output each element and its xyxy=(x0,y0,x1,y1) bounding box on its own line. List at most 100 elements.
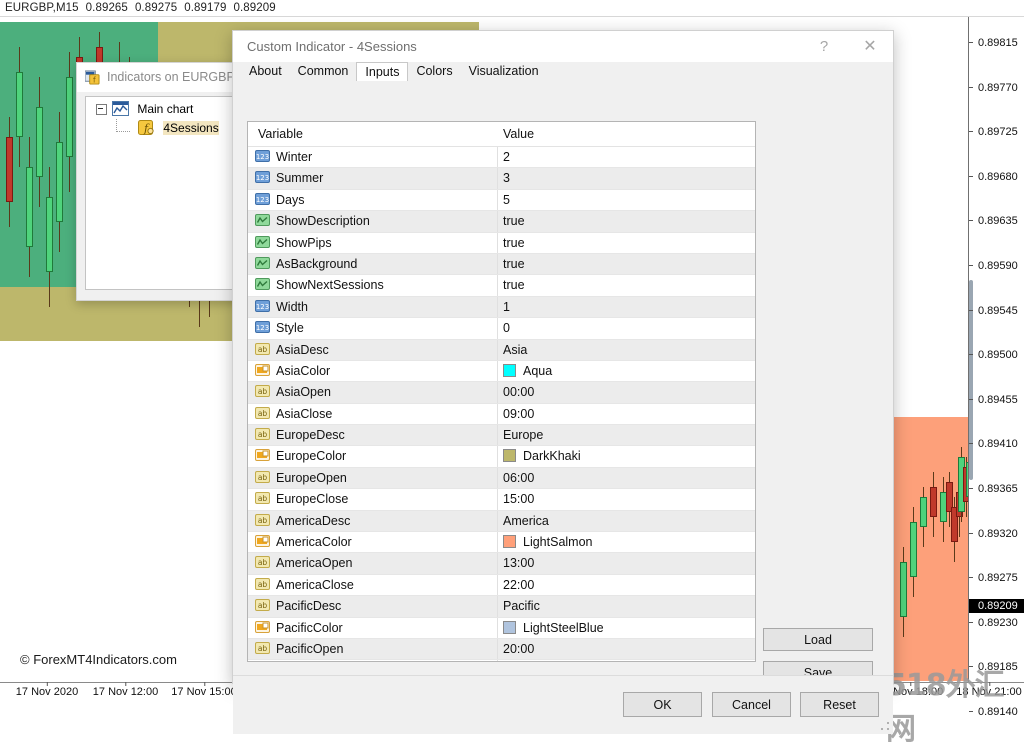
price-axis[interactable]: 0.898150.897700.897250.896800.896350.895… xyxy=(968,17,1024,682)
color-swatch xyxy=(503,535,516,548)
inputs-row-value[interactable]: 06:00 xyxy=(503,471,534,485)
inputs-row-value[interactable]: 22:00 xyxy=(503,578,534,592)
inputs-row-value[interactable]: 2 xyxy=(503,150,510,164)
inputs-row-variable-label: AmericaOpen xyxy=(276,556,352,570)
inputs-row[interactable]: abAsiaClose09:00 xyxy=(248,404,755,425)
inputs-row[interactable]: 123Style0 xyxy=(248,318,755,339)
inputs-row[interactable]: abAmericaOpen13:00 xyxy=(248,553,755,574)
inputs-row[interactable]: abAmericaClose 22:00 xyxy=(248,575,755,596)
inputs-row-value[interactable]: true xyxy=(503,214,525,228)
inputs-row-value[interactable]: 0 xyxy=(503,321,510,335)
column-separator xyxy=(497,233,498,253)
inputs-row[interactable]: abEuropeOpen06:00 xyxy=(248,468,755,489)
tab-about[interactable]: About xyxy=(241,62,290,81)
inputs-row[interactable]: ShowNextSessions true xyxy=(248,275,755,296)
inputs-row-value[interactable]: 5 xyxy=(503,193,510,207)
inputs-row-value[interactable]: 20:00 xyxy=(503,642,534,656)
inputs-panel: Variable Value 123Winter2123Summer3123Da… xyxy=(233,81,893,683)
color-icon xyxy=(255,535,270,548)
inputs-row[interactable]: 123Width1 xyxy=(248,297,755,318)
inputs-row-value[interactable]: Pacific xyxy=(503,599,540,613)
inputs-row-value[interactable]: 00:00 xyxy=(503,385,534,399)
inputs-row-variable: EuropeColor xyxy=(255,449,346,463)
inputs-row-variable: abPacificDesc xyxy=(255,599,341,613)
svg-text:123: 123 xyxy=(256,303,269,311)
inputs-row-value[interactable]: true xyxy=(503,257,525,271)
help-icon[interactable]: ? xyxy=(801,31,847,62)
inputs-row-value-label: 5 xyxy=(503,193,510,207)
price-tick: 0.89365 xyxy=(969,482,1024,496)
tab-common[interactable]: Common xyxy=(290,62,357,81)
inputs-row-value[interactable]: Aqua xyxy=(503,364,552,378)
inputs-row-value[interactable]: true xyxy=(503,236,525,250)
inputs-row[interactable]: abEuropeClose15:00 xyxy=(248,489,755,510)
site-watermark: 518外汇网 xyxy=(886,660,1024,748)
svg-text:123: 123 xyxy=(256,153,269,161)
inputs-row[interactable]: abPacificOpen20:00 xyxy=(248,639,755,660)
inputs-row-value[interactable]: 15:00 xyxy=(503,492,534,506)
inputs-row-variable-label: ShowNextSessions xyxy=(276,278,384,292)
inputs-row-value[interactable]: Europe xyxy=(503,428,543,442)
inputs-row[interactable]: abEuropeDesc Europe xyxy=(248,425,755,446)
inputs-row[interactable]: abPacificClose04:00 xyxy=(248,660,755,662)
column-separator xyxy=(497,297,498,317)
tree-expander-icon[interactable] xyxy=(96,104,107,115)
inputs-row[interactable]: EuropeColor DarkKhaki xyxy=(248,446,755,467)
inputs-row[interactable]: abPacificDesc Pacific xyxy=(248,596,755,617)
inputs-row-value[interactable]: 3 xyxy=(503,171,510,185)
tab-colors[interactable]: Colors xyxy=(408,62,460,81)
tab-visualization[interactable]: Visualization xyxy=(461,62,547,81)
inputs-row[interactable]: ShowPipstrue xyxy=(248,233,755,254)
inputs-row[interactable]: PacificColor LightSteelBlue xyxy=(248,618,755,639)
inputs-row-value[interactable]: 09:00 xyxy=(503,407,534,421)
inputs-row[interactable]: AsBackgroundtrue xyxy=(248,254,755,275)
inputs-row[interactable]: abAsiaDescAsia xyxy=(248,340,755,361)
inputs-row[interactable]: 123Winter2 xyxy=(248,147,755,168)
inputs-row-value-label: 2 xyxy=(503,150,510,164)
inputs-grid-rows[interactable]: 123Winter2123Summer3 123Days 5 ShowDescript… xyxy=(248,147,755,662)
inputs-row[interactable]: AmericaColor LightSalmon xyxy=(248,532,755,553)
color-swatch xyxy=(503,449,516,462)
inputs-row-value[interactable]: true xyxy=(503,278,525,292)
inputs-grid[interactable]: Variable Value 123Winter2123Summer3123Da… xyxy=(247,121,756,662)
inputs-row-value-label: 09:00 xyxy=(503,407,534,421)
inputs-row-value[interactable]: 1 xyxy=(503,300,510,314)
string-icon: ab xyxy=(255,642,270,655)
candlestick xyxy=(66,17,73,682)
column-separator xyxy=(497,168,498,188)
dialog-titlebar[interactable]: Custom Indicator - 4Sessions ? ✕ xyxy=(233,31,893,62)
inputs-row-value[interactable]: LightSteelBlue xyxy=(503,621,604,635)
inputs-row-variable: AmericaColor xyxy=(255,535,352,549)
column-separator xyxy=(497,318,498,338)
inputs-row-variable: 123Days xyxy=(255,193,304,207)
candlestick xyxy=(26,17,33,682)
inputs-row-value-label: 22:00 xyxy=(503,578,534,592)
resize-grip-icon[interactable] xyxy=(880,721,890,731)
dialog-tabstrip[interactable]: AboutCommonInputsColorsVisualization xyxy=(233,62,893,82)
inputs-row-value[interactable]: LightSalmon xyxy=(503,535,593,549)
inputs-row[interactable]: 123Days 5 xyxy=(248,190,755,211)
inputs-row-value[interactable]: Asia xyxy=(503,343,527,357)
inputs-row-value[interactable]: DarkKhaki xyxy=(503,449,581,463)
inputs-row-variable: abAmericaClose xyxy=(255,578,354,592)
svg-text:f: f xyxy=(93,76,96,85)
inputs-row-value[interactable]: 13:00 xyxy=(503,556,534,570)
inputs-row-value[interactable]: America xyxy=(503,514,549,528)
load-button[interactable]: Load xyxy=(763,628,873,651)
inputs-row[interactable]: 123Summer3 xyxy=(248,168,755,189)
inputs-row-variable: abEuropeDesc xyxy=(255,428,345,442)
inputs-row[interactable]: abAmericaDescAmerica xyxy=(248,511,755,532)
inputs-row-variable: PacificColor xyxy=(255,621,343,635)
boolean-icon xyxy=(255,236,270,249)
price-tick: 0.89635 xyxy=(969,214,1024,228)
close-icon[interactable]: ✕ xyxy=(847,31,893,62)
inputs-row-variable-label: AsiaOpen xyxy=(276,385,331,399)
inputs-row[interactable]: ShowDescriptiontrue xyxy=(248,211,755,232)
inputs-row[interactable]: abAsiaOpen00:00 xyxy=(248,382,755,403)
inputs-row-value-label: 20:00 xyxy=(503,642,534,656)
tab-inputs[interactable]: Inputs xyxy=(356,62,408,82)
candlestick xyxy=(56,17,63,682)
inputs-row[interactable]: AsiaColorAqua xyxy=(248,361,755,382)
current-price-label: 0.89209 xyxy=(969,599,1024,613)
custom-indicator-dialog[interactable]: Custom Indicator - 4Sessions ? ✕ AboutCo… xyxy=(232,30,894,684)
